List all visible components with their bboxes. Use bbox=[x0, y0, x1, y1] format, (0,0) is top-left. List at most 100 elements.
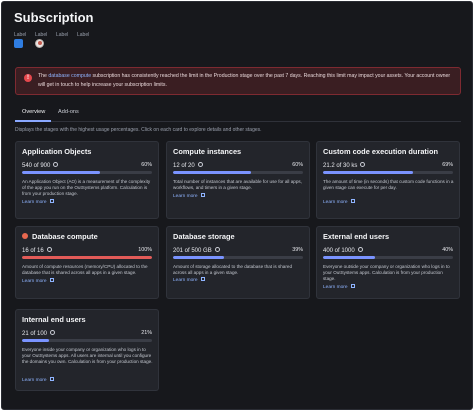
usage-value: 12 of 20 bbox=[173, 162, 203, 169]
tab-bar: Overview Add-ons bbox=[15, 108, 461, 122]
usage-value: 21.2 of 30 ks bbox=[323, 162, 366, 169]
learn-more-link[interactable]: Learn more bbox=[22, 199, 54, 205]
card-title-text: Database storage bbox=[173, 232, 235, 241]
usage-percent: 21% bbox=[141, 330, 152, 336]
info-icon[interactable] bbox=[197, 162, 203, 167]
learn-more-link[interactable]: Learn more bbox=[22, 377, 54, 383]
card-title-text: External end users bbox=[323, 232, 390, 241]
database-compute-link[interactable]: database compute bbox=[48, 73, 91, 79]
usage-card[interactable]: Database storage 201 of 500 GB 39% Amount o… bbox=[166, 226, 310, 299]
usage-value: 540 of 900 bbox=[22, 162, 59, 169]
alert-text-pre: The bbox=[38, 73, 49, 79]
error-icon bbox=[22, 233, 28, 239]
learn-more-link[interactable]: Learn more bbox=[22, 278, 54, 284]
info-icon[interactable] bbox=[50, 330, 56, 335]
usage-percent: 69% bbox=[442, 162, 453, 168]
blue-square-icon bbox=[14, 39, 23, 48]
info-icon[interactable] bbox=[360, 162, 366, 167]
card-title-text: Internal end users bbox=[22, 315, 86, 324]
usage-value: 16 of 16 bbox=[22, 247, 52, 254]
usage-card[interactable]: Internal end users 21 of 100 21% Everyone i… bbox=[15, 309, 159, 391]
external-link-icon bbox=[49, 377, 54, 381]
info-icon[interactable] bbox=[46, 247, 52, 252]
usage-percent: 40% bbox=[442, 247, 453, 253]
usage-progress-bar bbox=[173, 171, 303, 174]
label-text: Label bbox=[56, 32, 69, 38]
card-description: An Application Object (AO) is a measurem… bbox=[22, 179, 151, 197]
usage-card[interactable]: External end users 400 of 1000 40% Everyone… bbox=[316, 226, 460, 299]
learn-more-link[interactable]: Learn more bbox=[323, 284, 355, 290]
usage-progress-bar bbox=[173, 256, 303, 259]
learn-more-link[interactable]: Learn more bbox=[173, 277, 205, 283]
usage-card[interactable]: Database compute 16 of 16 100% Amount of co… bbox=[15, 226, 159, 299]
subscription-page: Subscription Label Label Label Label ! T… bbox=[1, 1, 473, 410]
learn-more-label: Learn more bbox=[22, 200, 47, 205]
card-title-text: Compute instances bbox=[173, 147, 242, 156]
usage-progress-fill bbox=[173, 256, 224, 259]
error-icon: ! bbox=[24, 74, 32, 82]
info-icon[interactable] bbox=[53, 162, 59, 167]
card-title: Database storage bbox=[173, 232, 235, 241]
learn-more-label: Learn more bbox=[173, 194, 198, 199]
external-link-icon bbox=[49, 278, 54, 282]
usage-card[interactable]: Custom code execution duration 21.2 of 30… bbox=[316, 141, 460, 219]
usage-text: 16 of 16 bbox=[22, 248, 44, 254]
usage-text: 21.2 of 30 ks bbox=[323, 163, 358, 169]
card-description: Everyone inside your company or organiza… bbox=[22, 347, 153, 365]
learn-more-link[interactable]: Learn more bbox=[323, 199, 355, 205]
card-description: Everyone outside your company or organiz… bbox=[323, 264, 450, 282]
learn-more-label: Learn more bbox=[323, 285, 348, 290]
alert-message: The database compute subscription has co… bbox=[38, 72, 456, 90]
label-item: Label bbox=[14, 32, 35, 48]
label-item: Label bbox=[35, 32, 56, 48]
usage-progress-bar bbox=[22, 171, 152, 174]
tab-add-ons[interactable]: Add-ons bbox=[58, 109, 79, 115]
usage-percent: 39% bbox=[292, 247, 303, 253]
card-description: Amount of compute resources (memory/CPU)… bbox=[22, 264, 148, 276]
usage-text: 21 of 100 bbox=[22, 331, 48, 337]
active-tab-indicator bbox=[15, 120, 51, 122]
usage-progress-fill bbox=[22, 256, 152, 259]
page-title: Subscription bbox=[14, 10, 94, 25]
tab-overview[interactable]: Overview bbox=[22, 109, 45, 115]
usage-value: 201 of 500 GB bbox=[173, 247, 220, 254]
label-row: Label Label Label Label bbox=[14, 32, 98, 48]
info-icon[interactable] bbox=[357, 247, 363, 252]
label-text: Label bbox=[35, 32, 48, 38]
learn-more-label: Learn more bbox=[22, 378, 47, 383]
card-title-text: Application Objects bbox=[22, 147, 92, 156]
usage-progress-bar bbox=[22, 256, 152, 259]
label-item: Label bbox=[77, 32, 98, 48]
card-title: Custom code execution duration bbox=[323, 147, 438, 156]
learn-more-label: Learn more bbox=[22, 279, 47, 284]
learn-more-link[interactable]: Learn more bbox=[173, 193, 205, 199]
card-title: External end users bbox=[323, 232, 389, 241]
usage-progress-fill bbox=[173, 171, 251, 174]
usage-percent: 100% bbox=[138, 247, 152, 253]
usage-card[interactable]: Compute instances 12 of 20 60% Total number… bbox=[166, 141, 310, 219]
usage-value: 21 of 100 bbox=[22, 330, 56, 337]
card-description: Amount of storage allocated to the datab… bbox=[173, 264, 293, 276]
usage-progress-fill bbox=[22, 339, 50, 342]
usage-progress-fill bbox=[323, 256, 375, 259]
usage-percent: 60% bbox=[292, 162, 303, 168]
info-icon[interactable] bbox=[214, 247, 220, 252]
external-link-icon bbox=[200, 277, 205, 281]
learn-more-label: Learn more bbox=[173, 278, 198, 283]
usage-progress-fill bbox=[323, 171, 413, 174]
limit-alert: ! The database compute subscription has … bbox=[15, 67, 461, 95]
label-item: Label bbox=[56, 32, 77, 48]
learn-more-label: Learn more bbox=[323, 200, 348, 205]
usage-progress-fill bbox=[22, 171, 100, 174]
external-link-icon bbox=[350, 199, 355, 203]
usage-text: 12 of 20 bbox=[173, 163, 195, 169]
external-link-icon bbox=[200, 193, 205, 197]
card-title: Compute instances bbox=[173, 147, 241, 156]
usage-card[interactable]: Application Objects 540 of 900 60% An Appli… bbox=[15, 141, 159, 219]
overview-description: Displays the stages with the highest usa… bbox=[15, 127, 262, 133]
usage-value: 400 of 1000 bbox=[323, 247, 363, 254]
card-title: Application Objects bbox=[22, 147, 91, 156]
usage-progress-bar bbox=[22, 339, 152, 342]
external-link-icon bbox=[49, 199, 54, 203]
external-link-icon bbox=[350, 284, 355, 288]
